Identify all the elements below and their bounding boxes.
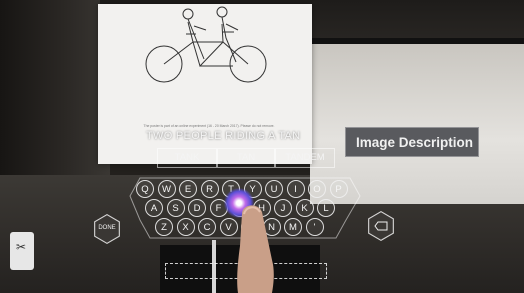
suggestion-tandem[interactable]: TANDEM bbox=[275, 148, 335, 168]
key-p[interactable]: P bbox=[329, 180, 348, 198]
ar-scene: ✂ The poster is part of an online experi… bbox=[0, 0, 524, 293]
suggestion-bar: TANK TAN TANDEM bbox=[157, 148, 335, 168]
key-o[interactable]: O bbox=[308, 180, 326, 198]
key-z[interactable]: Z bbox=[155, 218, 173, 236]
key-r[interactable]: R bbox=[200, 180, 219, 198]
caption-text: TWO PEOPLE RIDING A TAN bbox=[146, 130, 301, 142]
key-w[interactable]: W bbox=[157, 180, 176, 198]
side-device: ✂ bbox=[10, 232, 34, 270]
image-description-panel: Image Description bbox=[345, 127, 479, 157]
key-u[interactable]: U bbox=[265, 180, 283, 198]
key-e[interactable]: E bbox=[179, 180, 197, 198]
key-l[interactable]: L bbox=[317, 199, 335, 217]
key-apostrophe[interactable]: ' bbox=[305, 218, 324, 236]
key-c[interactable]: C bbox=[198, 218, 216, 236]
key-a[interactable]: A bbox=[145, 199, 163, 217]
key-x[interactable]: X bbox=[176, 218, 195, 236]
key-k[interactable]: K bbox=[295, 199, 314, 217]
key-q[interactable]: Q bbox=[136, 180, 154, 198]
key-i[interactable]: I bbox=[286, 180, 305, 198]
key-d[interactable]: D bbox=[188, 199, 206, 217]
key-s[interactable]: S bbox=[166, 199, 185, 217]
poster-fine-print: The poster is part of an online experime… bbox=[143, 124, 275, 128]
backspace-icon bbox=[374, 221, 388, 231]
suggestion-tank[interactable]: TANK bbox=[157, 148, 217, 168]
tandem-bicycle-illustration bbox=[145, 6, 267, 83]
suggestion-tan[interactable]: TAN bbox=[217, 148, 275, 168]
user-finger bbox=[237, 205, 274, 293]
